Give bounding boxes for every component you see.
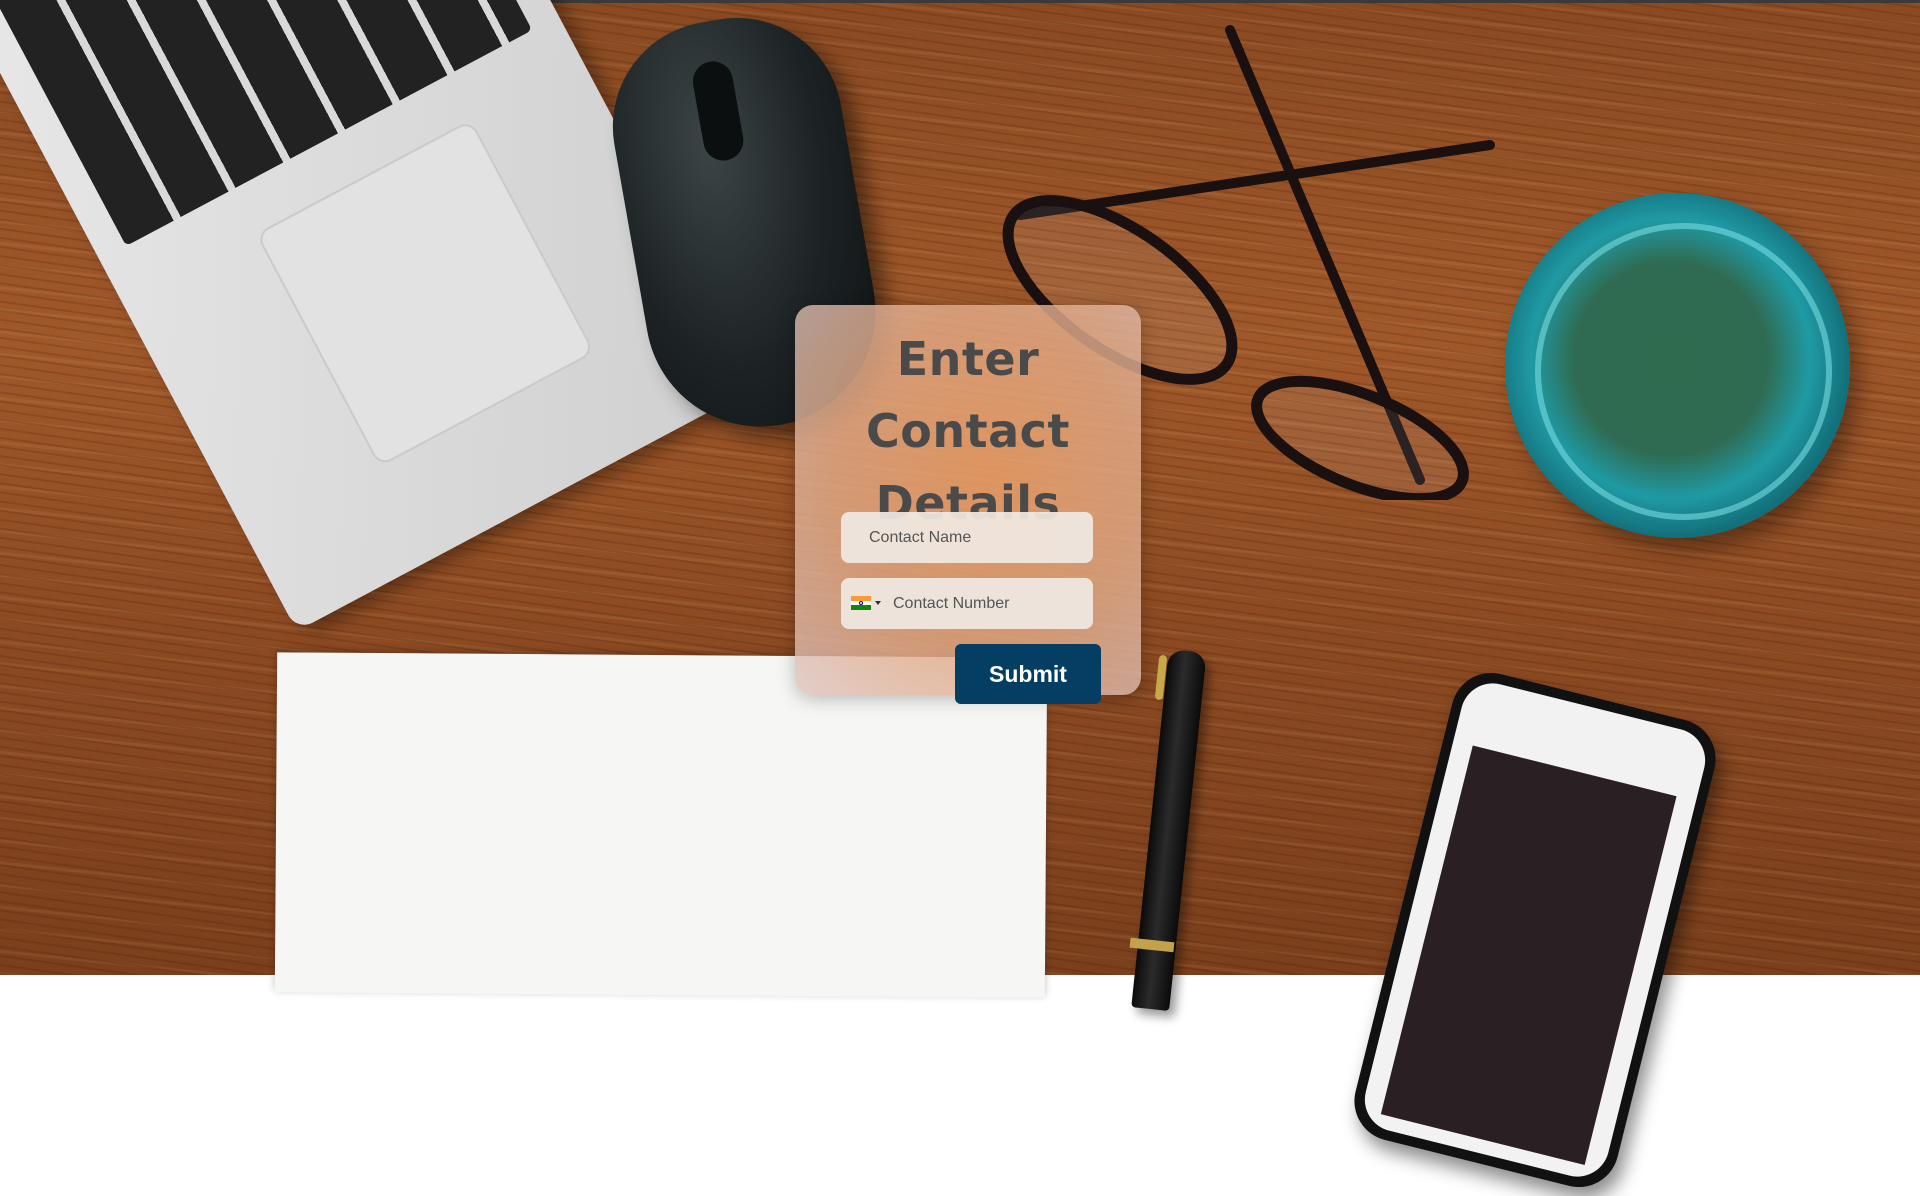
- form-title: Enter Contact Details: [866, 332, 1070, 530]
- phone-frame: [1358, 676, 1712, 1184]
- submit-button[interactable]: Submit: [955, 644, 1101, 704]
- contact-name-input[interactable]: [841, 512, 1093, 563]
- contact-number-input[interactable]: [841, 578, 1093, 629]
- pen-image: [1131, 649, 1207, 1011]
- water-glass-image: [1505, 193, 1850, 538]
- blank-paper-image: [274, 652, 1048, 998]
- smartphone-image: [1345, 664, 1725, 1196]
- glass-rim: [1535, 223, 1832, 520]
- mouse-wheel: [689, 58, 747, 164]
- phone-screen: [1380, 745, 1677, 1165]
- contact-number-field[interactable]: [841, 578, 1093, 629]
- contact-name-field[interactable]: [841, 512, 1093, 563]
- contact-form-card: Enter Contact Details Submit: [795, 305, 1141, 704]
- laptop-trackpad: [255, 119, 595, 468]
